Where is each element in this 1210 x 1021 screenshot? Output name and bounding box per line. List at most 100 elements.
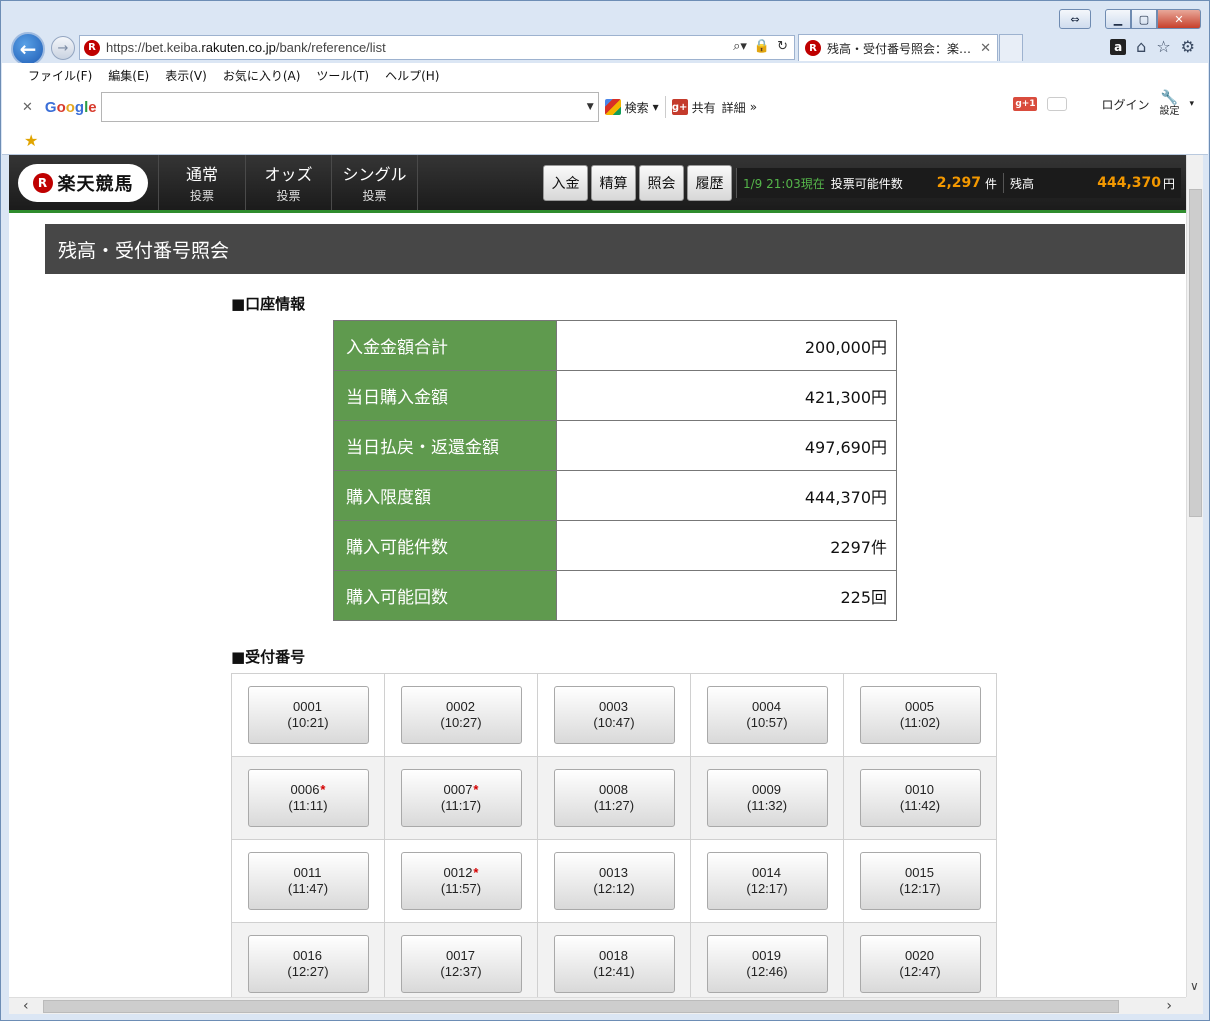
horizontal-scrollbar[interactable]: ‹ › — [9, 997, 1186, 1014]
receipt-button[interactable]: 0003 (10:47) — [553, 686, 675, 744]
add-favorites-star-icon[interactable]: ★ — [24, 131, 38, 150]
wrench-icon: 🔧 — [1160, 90, 1179, 106]
receipt-number-line: 0003 — [599, 699, 629, 715]
table-row: 0016 (12:27) 0017 (12:37) 0018 (12:41) 0019… — [231, 922, 997, 997]
gear-icon[interactable]: ⚙ — [1181, 37, 1195, 56]
resize-icon[interactable]: ⇔ — [1059, 9, 1091, 29]
share-button[interactable]: g+ 共有 — [671, 99, 716, 116]
receipt-time: (11:11) — [288, 798, 328, 813]
receipt-button[interactable]: 0007* (11:17) — [400, 769, 522, 827]
vertical-scroll-thumb[interactable] — [1189, 189, 1202, 517]
receipt-button[interactable]: 0006* (11:11) — [247, 769, 369, 827]
menu-favorites[interactable]: お気に入り(A) — [223, 67, 301, 84]
rakuten-r-icon: R — [32, 173, 53, 193]
brand-logo[interactable]: R 楽天競馬 — [18, 164, 148, 202]
google-search-input[interactable]: ▼ — [100, 92, 599, 122]
deposit-button[interactable]: 入金 — [543, 165, 588, 201]
receipt-button[interactable]: 0018 (12:41) — [553, 935, 675, 993]
history-button[interactable]: 履歴 — [687, 165, 732, 201]
minimize-button[interactable]: ▁ — [1105, 9, 1131, 29]
url-prefix: https://bet.keiba. — [106, 40, 202, 55]
plus-one-icon[interactable]: g+1 — [1013, 97, 1038, 112]
receipt-button[interactable]: 0009 (11:32) — [706, 769, 828, 827]
close-toolbar-icon[interactable]: ✕ — [22, 100, 33, 115]
receipt-time: (10:57) — [746, 715, 788, 730]
nav-odds-bet[interactable]: オッズ 投票 — [245, 155, 331, 210]
receipt-button[interactable]: 0016 (12:27) — [247, 935, 369, 993]
lock-icon[interactable]: 🔒 — [754, 39, 770, 54]
maximize-button[interactable]: ▢ — [1131, 9, 1157, 29]
receipt-button[interactable]: 0020 (12:47) — [859, 935, 981, 993]
tab-close-icon[interactable]: ✕ — [980, 41, 991, 56]
receipt-button[interactable]: 0008 (11:27) — [553, 769, 675, 827]
receipt-number: 0011 — [293, 865, 322, 881]
nav-regular-bet[interactable]: 通常 投票 — [158, 155, 245, 210]
receipt-button[interactable]: 0013 (12:12) — [553, 852, 675, 910]
login-link[interactable]: ログイン — [1101, 96, 1149, 113]
refresh-icon[interactable]: ↻ — [777, 39, 788, 54]
menu-tools[interactable]: ツール(T) — [316, 67, 369, 84]
menu-help[interactable]: ヘルプ(H) — [385, 67, 439, 84]
receipt-time: (12:47) — [899, 964, 941, 979]
account-label: 購入可能件数 — [333, 520, 557, 571]
receipt-button[interactable]: 0012* (11:57) — [400, 852, 522, 910]
status-count-unit: 件 — [985, 176, 998, 191]
home-icon[interactable]: ⌂ — [1136, 37, 1146, 56]
menu-view[interactable]: 表示(V) — [165, 67, 207, 84]
dropdown-arrow-icon[interactable]: ▼ — [587, 102, 594, 112]
receipt-number-line: 0010 — [905, 782, 935, 798]
horizontal-scroll-thumb[interactable] — [43, 1000, 1119, 1013]
scroll-right-icon[interactable]: › — [1166, 998, 1172, 1014]
browser-right-icons: a ⌂ ☆ ⚙ — [1110, 37, 1195, 56]
receipt-button[interactable]: 0001 (10:21) — [247, 686, 369, 744]
receipt-button[interactable]: 0005 (11:02) — [859, 686, 981, 744]
grid-cell: 0017 (12:37) — [384, 922, 538, 997]
back-button[interactable]: ← — [11, 32, 45, 66]
browser-tab[interactable]: R 残高・受付番号照会：楽… ✕ — [798, 34, 998, 61]
nav-single-bet[interactable]: シングル 投票 — [331, 155, 418, 210]
amazon-icon[interactable]: a — [1110, 38, 1127, 55]
receipt-section-heading: ■受付番号 — [231, 648, 306, 666]
address-bar[interactable]: R https://bet.keiba.rakuten.co.jp/bank/r… — [79, 35, 795, 60]
receipt-number: 0020 — [905, 948, 934, 964]
vertical-scrollbar[interactable]: ∨ — [1186, 155, 1203, 997]
arrow-left-icon: ← — [19, 37, 37, 61]
grid-cell: 0018 (12:41) — [537, 922, 691, 997]
receipt-button[interactable]: 0011 (11:47) — [247, 852, 369, 910]
close-button[interactable]: ✕ — [1157, 9, 1201, 29]
grid-cell: 0015 (12:17) — [843, 839, 997, 923]
chevron-down-icon[interactable]: ▾ — [1189, 99, 1194, 109]
receipt-time: (11:02) — [899, 715, 941, 730]
receipt-number: 0004 — [752, 699, 781, 715]
forward-button[interactable]: → — [51, 36, 75, 60]
receipt-button[interactable]: 0010 (11:42) — [859, 769, 981, 827]
receipt-button[interactable]: 0002 (10:27) — [400, 686, 522, 744]
receipt-time: (12:41) — [593, 964, 635, 979]
search-icon[interactable]: ⌕▾ — [733, 39, 747, 54]
menu-edit[interactable]: 編集(E) — [108, 67, 149, 84]
account-value: 225回 — [556, 570, 897, 621]
receipt-button[interactable]: 0014 (12:17) — [706, 852, 828, 910]
receipt-button[interactable]: 0019 (12:46) — [706, 935, 828, 993]
receipt-button[interactable]: 0015 (12:17) — [859, 852, 981, 910]
settings-button[interactable]: 🔧 設定 — [1159, 90, 1179, 117]
google-search-button[interactable]: 検索 ▾ — [604, 99, 659, 116]
receipt-number-line: 0015 — [905, 865, 935, 881]
new-tab-button[interactable] — [999, 34, 1023, 61]
menu-file[interactable]: ファイル(F) — [28, 67, 92, 84]
url-text[interactable]: https://bet.keiba.rakuten.co.jp/bank/ref… — [106, 40, 386, 55]
inquiry-button[interactable]: 照会 — [639, 165, 684, 201]
page-viewport: R 楽天競馬 通常 投票 オッズ 投票 シングル 投票 入金 精算 照会 履歴 … — [9, 155, 1186, 997]
url-domain: rakuten.co.jp — [201, 40, 276, 55]
receipt-button[interactable]: 0004 (10:57) — [706, 686, 828, 744]
receipt-time: (10:27) — [440, 715, 482, 730]
brand-name: 楽天競馬 — [57, 174, 134, 195]
settle-button[interactable]: 精算 — [591, 165, 636, 201]
receipt-button[interactable]: 0017 (12:37) — [400, 935, 522, 993]
favorites-star-icon[interactable]: ☆ — [1156, 37, 1170, 56]
details-button[interactable]: 詳細 » — [722, 99, 757, 116]
scroll-left-icon[interactable]: ‹ — [23, 998, 29, 1014]
account-label: 入金金額合計 — [333, 320, 557, 371]
scroll-down-icon[interactable]: ∨ — [1190, 979, 1199, 993]
grid-cell: 0005 (11:02) — [843, 673, 997, 757]
